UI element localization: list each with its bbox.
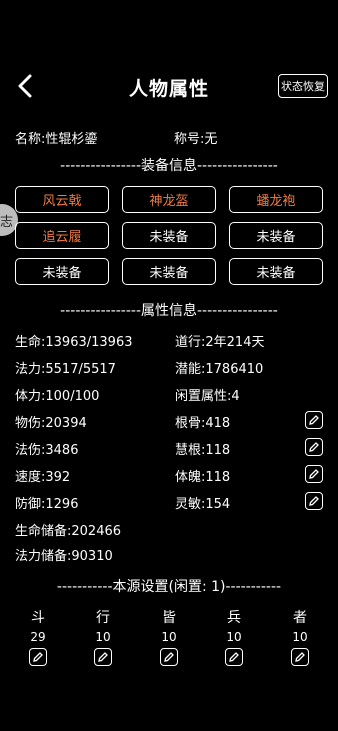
equip-slot-9[interactable]: 未装备 xyxy=(229,258,323,285)
stat-free-points: 闲置属性:4 xyxy=(175,389,240,404)
header: 人物属性 状态恢复 xyxy=(0,66,338,106)
base-item-zhe: 者 10 xyxy=(280,607,320,666)
equip-slot-7[interactable]: 未装备 xyxy=(15,258,109,285)
honor-title-label: 称号: xyxy=(174,132,205,147)
edit-base-bing-button[interactable] xyxy=(225,648,243,666)
stat-potential: 潜能:1786410 xyxy=(175,362,264,377)
honor-title-row: 称号:无 xyxy=(174,128,217,147)
pencil-icon xyxy=(229,652,239,662)
edit-agility-button[interactable] xyxy=(305,492,323,510)
base-item-value: 29 xyxy=(30,630,46,644)
stat-agility: 灵敏:154 xyxy=(175,497,231,512)
edit-constitution-button[interactable] xyxy=(305,411,323,429)
base-item-value: 10 xyxy=(95,630,111,644)
stat-physical-damage: 物伤:20394 xyxy=(15,416,87,431)
stat-cultivation: 道行:2年214天 xyxy=(175,335,265,350)
equip-slot-5[interactable]: 未装备 xyxy=(122,222,216,249)
base-item-name: 行 xyxy=(96,610,110,626)
base-item-name: 皆 xyxy=(162,610,176,626)
equip-slot-2[interactable]: 神龙盔 xyxy=(122,186,216,213)
edit-wisdom-button[interactable] xyxy=(305,438,323,456)
pencil-icon xyxy=(33,652,43,662)
stat-physique: 体魄:118 xyxy=(175,470,231,485)
stat-defense: 防御:1296 xyxy=(15,497,79,512)
pencil-icon xyxy=(164,652,174,662)
base-item-name: 斗 xyxy=(31,610,45,626)
edit-base-jie-button[interactable] xyxy=(160,648,178,666)
reset-status-button[interactable]: 状态恢复 xyxy=(278,74,328,98)
equip-slot-3[interactable]: 蟠龙袍 xyxy=(229,186,323,213)
stat-hp: 生命:13963/13963 xyxy=(15,335,133,350)
stat-stamina: 体力:100/100 xyxy=(15,389,100,404)
base-item-name: 兵 xyxy=(227,610,241,626)
pencil-icon xyxy=(309,496,319,506)
base-divider: -----------本源设置(闲置: 1)----------- xyxy=(56,579,282,595)
base-item-xing: 行 10 xyxy=(83,607,123,666)
name-label: 名称: xyxy=(15,132,46,147)
base-item-value: 10 xyxy=(292,630,308,644)
equip-slot-6[interactable]: 未装备 xyxy=(229,222,323,249)
base-item-dou: 斗 29 xyxy=(18,607,58,666)
equipment-divider: ----------------装备信息---------------- xyxy=(60,158,278,174)
pencil-icon xyxy=(98,652,108,662)
edit-base-dou-button[interactable] xyxy=(29,648,47,666)
pencil-icon xyxy=(309,469,319,479)
base-item-jie: 皆 10 xyxy=(149,607,189,666)
equip-slot-1[interactable]: 风云戟 xyxy=(15,186,109,213)
stat-hp-reserve: 生命储备:202466 xyxy=(15,524,122,539)
edit-physique-button[interactable] xyxy=(305,465,323,483)
stat-speed: 速度:392 xyxy=(15,470,71,485)
honor-title-value: 无 xyxy=(204,132,218,147)
name-value: 性辊杉鎏 xyxy=(45,132,98,147)
edit-base-xing-button[interactable] xyxy=(94,648,112,666)
base-item-value: 10 xyxy=(226,630,242,644)
attributes-divider: ----------------属性信息---------------- xyxy=(60,303,278,319)
base-item-value: 10 xyxy=(161,630,177,644)
name-row: 名称:性辊杉鎏 xyxy=(15,128,97,147)
base-item-bing: 兵 10 xyxy=(214,607,254,666)
stat-mp: 法力:5517/5517 xyxy=(15,362,116,377)
equip-slot-8[interactable]: 未装备 xyxy=(122,258,216,285)
base-item-name: 者 xyxy=(293,610,307,626)
pencil-icon xyxy=(295,652,305,662)
stat-magic-damage: 法伤:3486 xyxy=(15,443,79,458)
equip-slot-4[interactable]: 追云履 xyxy=(15,222,109,249)
edit-base-zhe-button[interactable] xyxy=(291,648,309,666)
pencil-icon xyxy=(309,415,319,425)
pencil-icon xyxy=(309,442,319,452)
stat-constitution: 根骨:418 xyxy=(175,416,231,431)
stat-mp-reserve: 法力储备:90310 xyxy=(15,549,113,564)
stat-wisdom: 慧根:118 xyxy=(175,443,231,458)
